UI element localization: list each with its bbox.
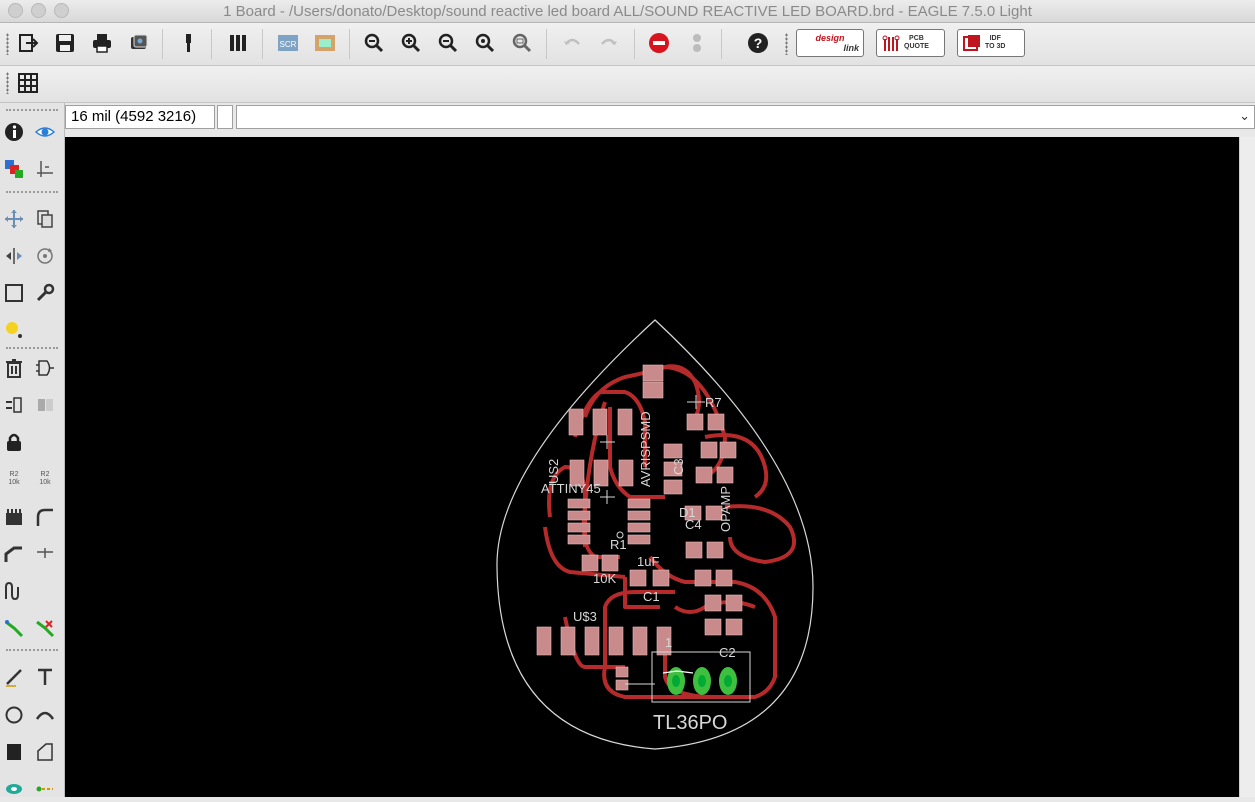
text-icon[interactable] — [34, 666, 56, 688]
script-icon[interactable]: SCR — [276, 31, 300, 55]
label-r1-value: 10K — [593, 571, 616, 586]
wire-icon[interactable] — [3, 666, 25, 688]
undo-icon[interactable] — [560, 31, 584, 55]
grid-icon[interactable] — [16, 71, 40, 95]
arc-icon[interactable] — [34, 704, 56, 726]
copy-icon[interactable] — [34, 208, 56, 230]
run-ulp-icon[interactable] — [313, 31, 337, 55]
name-tool-icon[interactable]: R2 10k — [3, 468, 25, 490]
idf-icon — [963, 35, 980, 51]
paste-icon[interactable] — [3, 319, 25, 341]
go-icon[interactable] — [685, 31, 709, 55]
pcb-quote-bottom: QUOTE — [904, 43, 929, 50]
label-avrisp: AVRISPSMD — [638, 411, 653, 487]
rect-icon[interactable] — [3, 741, 25, 763]
label-c3: C3 — [671, 458, 686, 475]
pcb-quote-button[interactable]: PCB QUOTE — [876, 29, 945, 57]
optimize-icon[interactable] — [34, 543, 56, 565]
label-r1: R1 — [610, 537, 627, 552]
toolbar-grip-2[interactable] — [785, 33, 788, 55]
redraw-icon[interactable] — [473, 31, 497, 55]
label-r7: R7 — [705, 395, 722, 410]
mark-icon[interactable] — [34, 158, 56, 180]
split-icon[interactable] — [3, 543, 25, 565]
open-icon[interactable] — [16, 31, 40, 55]
add-icon[interactable] — [34, 357, 56, 379]
zoom-in-icon[interactable] — [399, 31, 423, 55]
save-icon[interactable] — [53, 31, 77, 55]
coordinate-display: 16 mil (4592 3216) — [65, 105, 215, 129]
polygon-icon[interactable] — [34, 741, 56, 763]
cam-processor-icon[interactable] — [127, 31, 151, 55]
chevron-down-icon[interactable]: ⌄ — [1239, 108, 1250, 124]
main-toolbar: SCR ? design link PCB QUOTE IDF TO 3D — [0, 23, 1255, 66]
replace-icon[interactable] — [34, 394, 56, 416]
label-us3: U$3 — [573, 609, 597, 624]
rotate-icon[interactable] — [34, 245, 56, 267]
command-line-input[interactable]: ⌄ — [236, 105, 1255, 129]
window-titlebar: 1 Board - /Users/donato/Desktop/sound re… — [0, 0, 1255, 23]
label-opamp: OPAMP — [718, 486, 733, 532]
value-tool-label: R2 — [40, 471, 50, 478]
meander-icon[interactable] — [3, 580, 25, 602]
pinswap-icon[interactable] — [3, 394, 25, 416]
name-tool-label: R2 — [9, 471, 19, 478]
zoom-fit-icon[interactable] — [362, 31, 386, 55]
pcb-quote-top: PCB — [909, 35, 924, 42]
miter-icon[interactable] — [34, 506, 56, 528]
pcb-quote-icon — [882, 35, 900, 51]
idf-to-3d-button[interactable]: IDF TO 3D — [957, 29, 1025, 57]
help-icon[interactable]: ? — [746, 31, 770, 55]
zoom-select-icon[interactable] — [510, 31, 534, 55]
move-icon[interactable] — [3, 208, 25, 230]
lock-icon[interactable] — [3, 431, 25, 453]
idf-top: IDF — [989, 35, 1001, 42]
name-tool-value: 10k — [8, 479, 20, 486]
toolbar-grip-3[interactable] — [6, 72, 9, 94]
switch-to-schematic-icon[interactable] — [176, 31, 200, 55]
svg-text:?: ? — [754, 35, 763, 51]
ulp-icon[interactable] — [226, 31, 250, 55]
label-c1: C1 — [643, 589, 660, 604]
ripup-icon[interactable] — [34, 617, 56, 639]
value-tool-value: 10k — [39, 479, 51, 486]
label-j1: 1 — [665, 635, 672, 650]
print-icon[interactable] — [90, 31, 114, 55]
value-tool-icon[interactable]: R2 10k — [34, 468, 56, 490]
design-link-bottom: link — [843, 43, 859, 53]
coordinate-spacer — [217, 105, 233, 129]
delete-icon[interactable] — [3, 357, 25, 379]
group-icon[interactable] — [3, 282, 25, 304]
label-regulator: TL36PO — [653, 712, 727, 734]
idf-bottom: TO 3D — [985, 43, 1006, 50]
zoom-out-icon[interactable] — [436, 31, 460, 55]
redo-icon[interactable] — [597, 31, 621, 55]
label-d1: D1 — [679, 505, 696, 520]
design-link-top: design — [815, 33, 845, 43]
design-link-button[interactable]: design link — [796, 29, 864, 57]
board-editor-canvas[interactable]: ATTINY45 US2 AVRISPSMD OPAMP C3 R7 R1 C4… — [65, 137, 1239, 797]
change-icon[interactable] — [34, 282, 56, 304]
vertical-scrollbar[interactable] — [1239, 137, 1255, 797]
label-c2: C2 — [719, 645, 736, 660]
smash-icon[interactable] — [3, 506, 25, 528]
through-hole-pads — [662, 667, 737, 695]
circle-icon[interactable] — [3, 704, 25, 726]
label-c1-value: 1uF — [637, 554, 659, 569]
show-icon[interactable] — [34, 121, 56, 143]
script-label: SCR — [280, 40, 297, 49]
window-title: 1 Board - /Users/donato/Desktop/sound re… — [223, 3, 1032, 20]
route-icon[interactable] — [3, 617, 25, 639]
info-icon[interactable] — [3, 121, 25, 143]
toolbar-grip[interactable] — [6, 33, 9, 55]
label-us2: US2 — [546, 459, 561, 484]
mirror-icon[interactable] — [3, 245, 25, 267]
display-layers-icon[interactable] — [3, 158, 25, 180]
stop-icon[interactable] — [647, 31, 671, 55]
board-drawing: ATTINY45 US2 AVRISPSMD OPAMP C3 R7 R1 C4… — [496, 319, 814, 750]
command-toolbox: R2 10k R2 10k — [0, 103, 65, 797]
parameter-toolbar — [0, 66, 1255, 103]
